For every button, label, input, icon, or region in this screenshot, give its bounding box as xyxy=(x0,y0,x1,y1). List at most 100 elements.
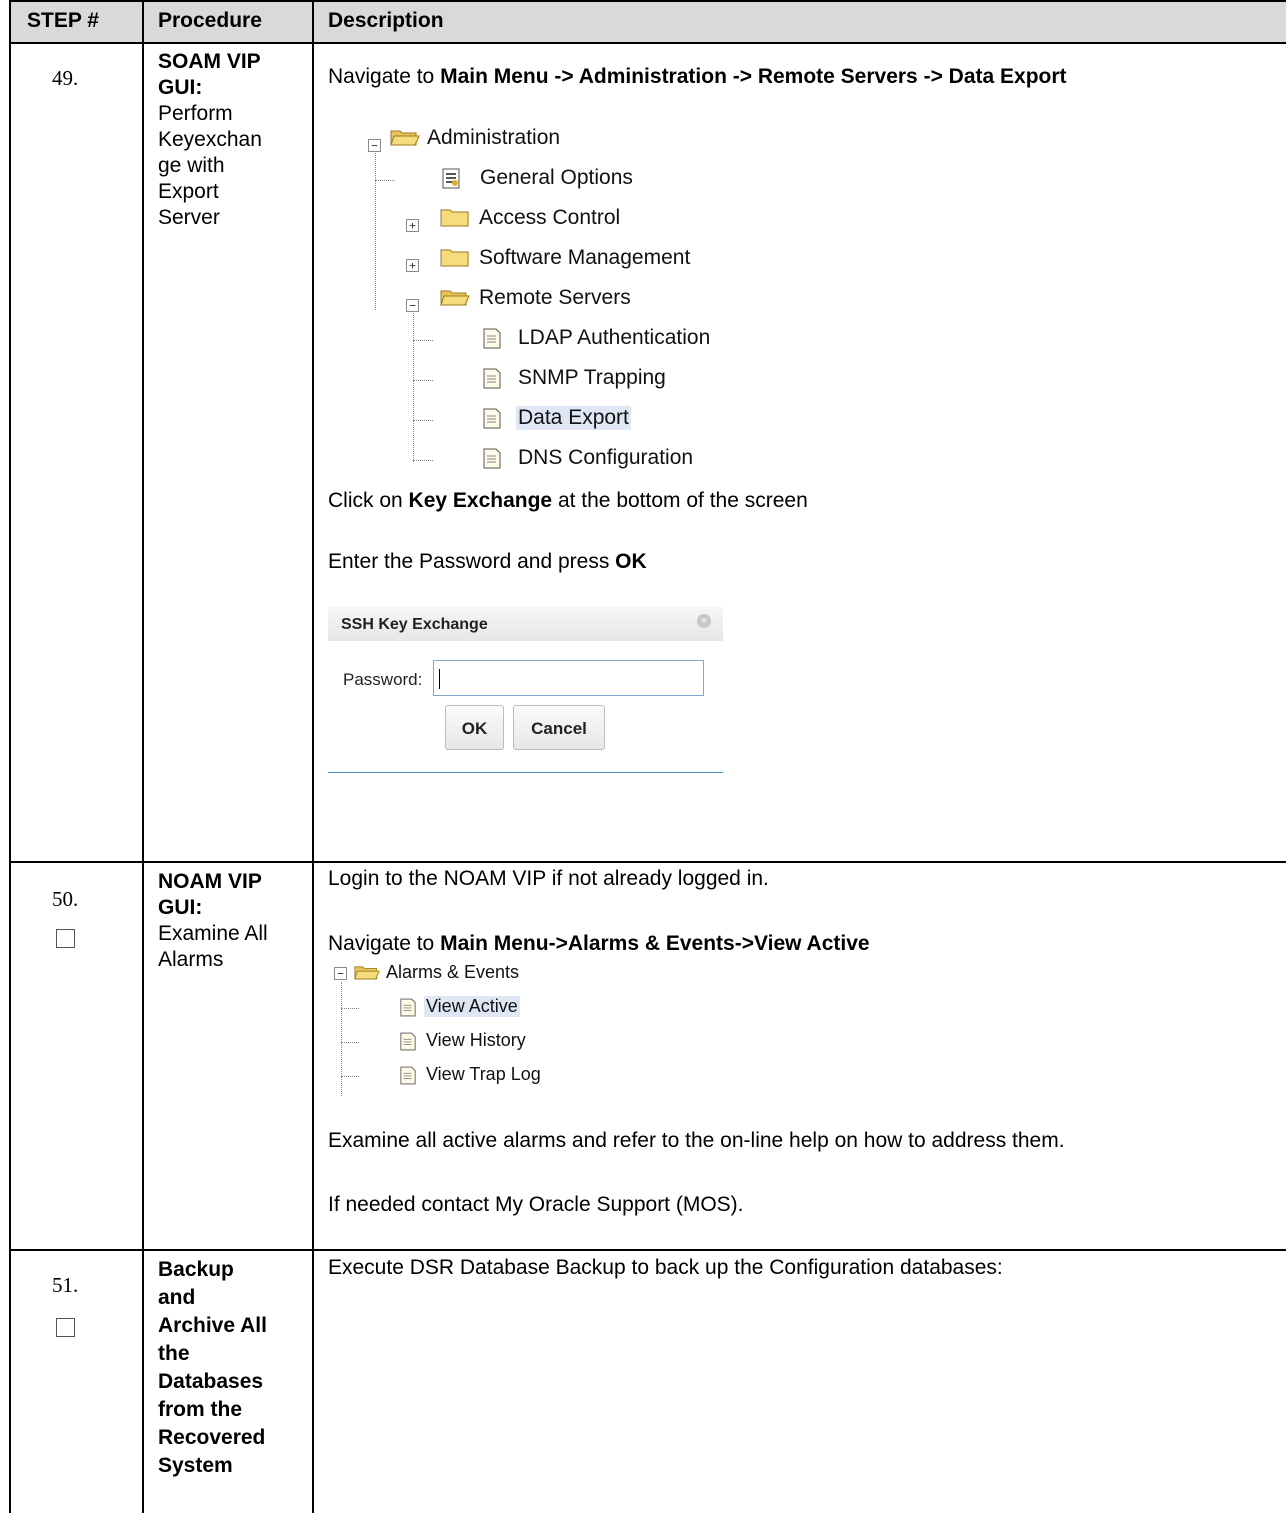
nav-prefix: Navigate to xyxy=(328,65,441,88)
tree-connector xyxy=(341,982,342,1096)
step-50-checkbox[interactable] xyxy=(56,929,75,948)
step-51-procedure-line: Databases xyxy=(158,1370,264,1393)
tree-connector xyxy=(341,1076,359,1077)
step-51-checkbox[interactable] xyxy=(56,1318,75,1337)
tree-item-ldap-authentication[interactable]: LDAP Authentication xyxy=(518,326,710,350)
step-51-procedure-line: Archive All xyxy=(158,1314,267,1337)
tree-item-administration[interactable]: Administration xyxy=(427,126,560,150)
dialog-bottom-rule xyxy=(328,772,723,773)
row-divider-header xyxy=(9,42,1286,44)
page-icon xyxy=(400,1066,416,1085)
click-prefix: Click on xyxy=(328,489,409,512)
page-icon xyxy=(483,408,501,429)
step-51-procedure-line: Recovered xyxy=(158,1426,266,1449)
page-icon xyxy=(483,448,501,469)
tree-item-remote-servers[interactable]: Remote Servers xyxy=(479,286,631,310)
step-50-navigate-instruction: Navigate to Main Menu->Alarms & Events->… xyxy=(328,932,870,956)
ok-instruction-label: OK xyxy=(615,550,647,573)
cancel-button[interactable]: Cancel xyxy=(513,705,605,750)
page-icon xyxy=(483,368,501,389)
folder-open-icon xyxy=(440,290,470,306)
close-icon[interactable]: × xyxy=(697,614,711,628)
page-icon xyxy=(400,998,416,1017)
table-border-left xyxy=(9,0,11,1513)
step-51-procedure: Backup and Archive All the Databases fro… xyxy=(158,1256,308,1480)
step-51-number: 51. xyxy=(52,1273,79,1297)
column-divider-2 xyxy=(312,0,314,1513)
nav-path: Main Menu->Alarms & Events->View Active xyxy=(440,932,870,955)
step-50-procedure-line: Examine All xyxy=(158,922,268,945)
options-page-icon xyxy=(442,168,460,189)
tree-item-software-management[interactable]: Software Management xyxy=(479,246,690,270)
text-caret xyxy=(439,669,440,689)
step-51-procedure-line: and xyxy=(158,1286,196,1309)
tree-connector xyxy=(375,180,395,181)
nav-path: Main Menu -> Administration -> Remote Se… xyxy=(440,65,1067,88)
page-icon xyxy=(400,1032,416,1051)
tree-connector xyxy=(413,340,433,341)
step-50-procedure-title: NOAM VIP GUI: xyxy=(158,870,262,919)
folder-open-icon xyxy=(390,130,420,146)
header-step: STEP # xyxy=(27,9,99,32)
step-51-execute-instruction: Execute DSR Database Backup to back up t… xyxy=(328,1256,1003,1279)
step-49-procedure-line: Perform xyxy=(158,102,233,125)
password-label: Password: xyxy=(343,670,423,689)
key-exchange-label: Key Exchange xyxy=(408,489,553,512)
tree-connector xyxy=(413,380,433,381)
dialog-title: SSH Key Exchange xyxy=(341,616,488,633)
nav-prefix: Navigate to xyxy=(328,932,441,955)
tree-connector xyxy=(413,460,433,461)
step-50-procedure: NOAM VIP GUI: Examine All Alarms xyxy=(158,869,308,973)
step-51-procedure-line: from the xyxy=(158,1398,242,1421)
click-suffix: at the bottom of the screen xyxy=(552,489,808,512)
step-49-number: 49. xyxy=(52,66,79,90)
row-divider-50 xyxy=(9,1249,1286,1251)
tree-item-snmp-trapping[interactable]: SNMP Trapping xyxy=(518,366,666,390)
tree-item-view-history[interactable]: View History xyxy=(426,1030,526,1051)
expand-toggle-icon[interactable]: + xyxy=(406,219,419,232)
row-divider-49 xyxy=(9,861,1286,863)
tree-connector xyxy=(341,1008,359,1009)
step-50-contact-instruction: If needed contact My Oracle Support (MOS… xyxy=(328,1193,744,1216)
page-icon xyxy=(483,328,501,349)
collapse-toggle-icon[interactable]: − xyxy=(368,139,381,152)
step-49-procedure-line: Export xyxy=(158,180,219,203)
step-49-enter-instruction: Enter the Password and press OK xyxy=(328,550,647,574)
column-divider-1 xyxy=(142,0,144,1513)
tree-connector xyxy=(413,420,433,421)
tree-connector xyxy=(375,150,376,310)
tree-item-view-trap-log[interactable]: View Trap Log xyxy=(426,1064,541,1085)
step-49-click-instruction: Click on Key Exchange at the bottom of t… xyxy=(328,489,808,513)
header-procedure: Procedure xyxy=(158,9,262,32)
tree-item-alarms-events[interactable]: Alarms & Events xyxy=(386,962,519,983)
password-input[interactable] xyxy=(433,660,704,696)
tree-item-data-export[interactable]: Data Export xyxy=(516,406,631,430)
step-51-procedure-line: Backup xyxy=(158,1258,234,1281)
folder-icon xyxy=(440,209,469,227)
tree-connector xyxy=(413,313,414,462)
step-49-procedure-title: SOAM VIP GUI: xyxy=(158,50,261,99)
step-50-procedure-line: Alarms xyxy=(158,948,224,971)
table-border-top xyxy=(9,0,1286,2)
collapse-toggle-icon[interactable]: − xyxy=(334,967,347,980)
step-51-procedure-line: System xyxy=(158,1454,233,1477)
tree-item-view-active[interactable]: View Active xyxy=(424,996,520,1017)
step-50-number: 50. xyxy=(52,887,79,911)
step-51-procedure-line: the xyxy=(158,1342,190,1365)
folder-icon xyxy=(440,249,469,267)
folder-open-icon xyxy=(354,966,380,980)
step-49-procedure-line: Keyexchan xyxy=(158,128,262,151)
tree-item-general-options[interactable]: General Options xyxy=(480,166,633,190)
tree-item-access-control[interactable]: Access Control xyxy=(479,206,620,230)
expand-toggle-icon[interactable]: + xyxy=(406,259,419,272)
step-49-procedure: SOAM VIP GUI: Perform Keyexchan ge with … xyxy=(158,49,308,231)
step-49-navigate-instruction: Navigate to Main Menu -> Administration … xyxy=(328,65,1067,89)
tree-item-dns-configuration[interactable]: DNS Configuration xyxy=(518,446,693,470)
header-description: Description xyxy=(328,9,444,32)
collapse-toggle-icon[interactable]: − xyxy=(406,299,419,312)
step-50-examine-instruction: Examine all active alarms and refer to t… xyxy=(328,1129,1065,1152)
step-50-login-instruction: Login to the NOAM VIP if not already log… xyxy=(328,867,769,890)
step-49-procedure-line: Server xyxy=(158,206,220,229)
step-49-procedure-line: ge with xyxy=(158,154,225,177)
ok-button[interactable]: OK xyxy=(445,705,504,750)
